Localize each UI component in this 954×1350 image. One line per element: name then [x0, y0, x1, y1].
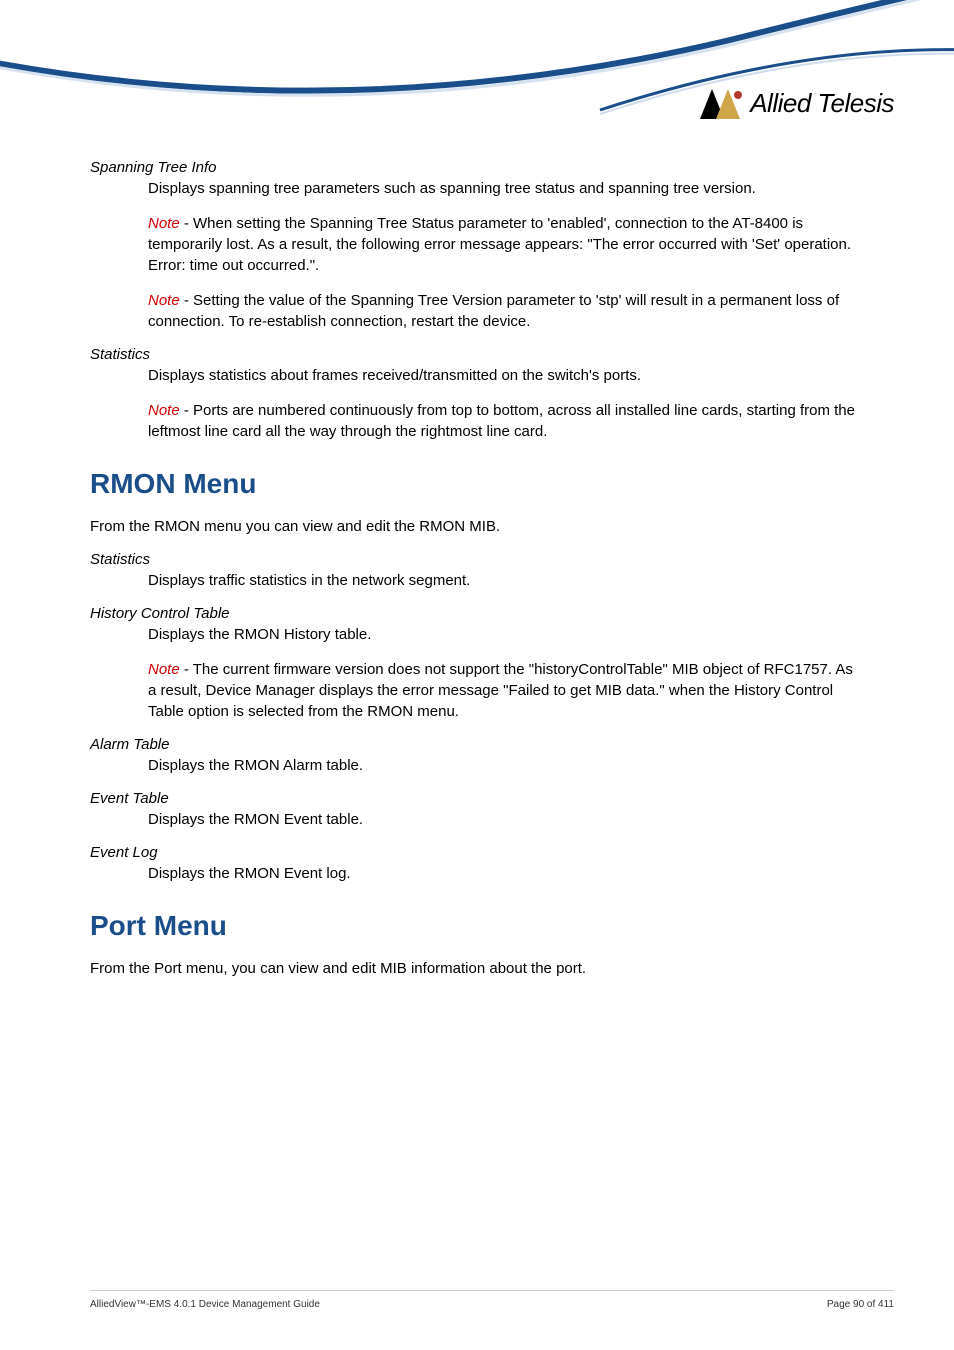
note-label: Note: [148, 215, 180, 232]
desc-alarm-table: Displays the RMON Alarm table.: [148, 755, 864, 776]
footer-left: AlliedView™-EMS 4.0.1 Device Management …: [90, 1299, 320, 1310]
note-text: - The current firmware version does not …: [148, 661, 853, 720]
brand-logo: Allied Telesis: [700, 88, 894, 119]
heading-port-menu: Port Menu: [90, 910, 864, 942]
desc-history-control-table: Displays the RMON History table.: [148, 624, 864, 645]
brand-logo-icon: [700, 89, 744, 119]
term-event-log: Event Log: [90, 844, 864, 861]
heading-rmon-menu: RMON Menu: [90, 468, 864, 500]
desc-spanning-tree-info: Displays spanning tree parameters such a…: [148, 178, 864, 199]
note-history-control-table: Note - The current firmware version does…: [148, 659, 864, 722]
note-spanning-tree-2: Note - Setting the value of the Spanning…: [148, 290, 864, 332]
note-text: - Ports are numbered continuously from t…: [148, 402, 855, 440]
page-footer: AlliedView™-EMS 4.0.1 Device Management …: [90, 1290, 894, 1310]
note-text: - Setting the value of the Spanning Tree…: [148, 292, 839, 330]
note-statistics: Note - Ports are numbered continuously f…: [148, 400, 864, 442]
term-alarm-table: Alarm Table: [90, 736, 864, 753]
desc-event-log: Displays the RMON Event log.: [148, 863, 864, 884]
note-label: Note: [148, 661, 180, 678]
desc-event-table: Displays the RMON Event table.: [148, 809, 864, 830]
term-rmon-statistics: Statistics: [90, 551, 864, 568]
note-text: - When setting the Spanning Tree Status …: [148, 215, 851, 274]
note-label: Note: [148, 292, 180, 309]
desc-statistics: Displays statistics about frames receive…: [148, 365, 864, 386]
note-label: Note: [148, 402, 180, 419]
intro-port: From the Port menu, you can view and edi…: [90, 958, 864, 979]
term-statistics: Statistics: [90, 346, 864, 363]
desc-rmon-statistics: Displays traffic statistics in the netwo…: [148, 570, 864, 591]
intro-rmon: From the RMON menu you can view and edit…: [90, 516, 864, 537]
term-history-control-table: History Control Table: [90, 605, 864, 622]
footer-right: Page 90 of 411: [827, 1299, 894, 1310]
brand-logo-text: Allied Telesis: [750, 88, 894, 119]
note-spanning-tree-1: Note - When setting the Spanning Tree St…: [148, 213, 864, 276]
term-spanning-tree-info: Spanning Tree Info: [90, 159, 864, 176]
term-event-table: Event Table: [90, 790, 864, 807]
